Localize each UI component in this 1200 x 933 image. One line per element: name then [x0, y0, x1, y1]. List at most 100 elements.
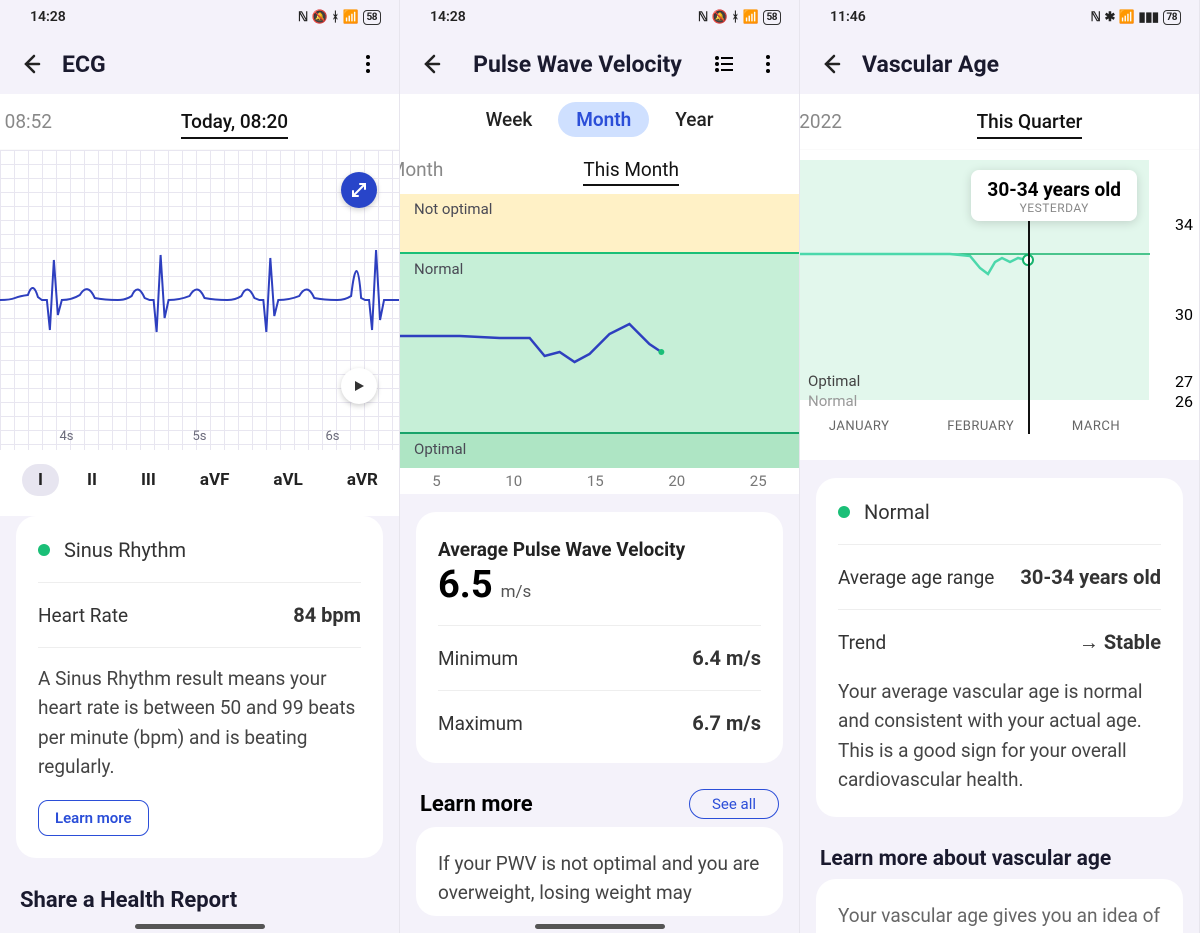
y-tick: 30 — [1175, 305, 1193, 324]
rhythm-description: A Sinus Rhythm result means your heart r… — [38, 648, 361, 782]
list-icon[interactable] — [711, 51, 737, 77]
bluetooth-icon: ᚼ — [732, 10, 739, 25]
bluetooth-icon: ✱ — [1104, 10, 1114, 25]
nfc-icon: ℕ — [698, 10, 708, 25]
ecg-chart[interactable]: 4s 5s 6s — [0, 150, 399, 450]
pwv-x-axis: 5 10 15 20 25 — [400, 468, 799, 490]
avg-pwv-label: Average Pulse Wave Velocity — [438, 538, 761, 561]
rhythm-label: Sinus Rhythm — [64, 538, 186, 562]
avg-pwv: Average Pulse Wave Velocity 6.5 m/s — [438, 534, 761, 626]
pwv-line — [400, 194, 799, 474]
va-learn-card[interactable]: Your vascular age gives you an idea of t… — [816, 879, 1183, 933]
page-title: ECG — [62, 51, 337, 78]
month-tick: MARCH — [1072, 419, 1120, 434]
back-icon[interactable] — [18, 51, 44, 77]
pwv-chart[interactable]: Not optimal Normal Optimal 5 10 15 20 25 — [400, 194, 799, 494]
lead-III[interactable]: III — [125, 464, 172, 496]
learn-more-heading: Learn more — [420, 792, 533, 817]
vascular-age-chart[interactable]: 30-34 years old YESTERDAY Optimal Normal… — [800, 150, 1199, 460]
date-tab-prev[interactable]: ay, 08:52 — [0, 94, 70, 149]
back-icon[interactable] — [418, 51, 444, 77]
status-dot-icon — [838, 506, 850, 518]
min-label: Minimum — [438, 647, 518, 670]
status-time: 14:28 — [30, 9, 66, 25]
page-title: Pulse Wave Velocity — [462, 51, 693, 78]
lead-II[interactable]: II — [71, 464, 113, 496]
lead-aVF[interactable]: aVF — [184, 464, 246, 496]
min-value: 6.4 m/s — [692, 646, 761, 670]
app-header: Pulse Wave Velocity — [400, 34, 799, 94]
pwv-tip-card[interactable]: If your PWV is not optimal and you are o… — [416, 827, 783, 916]
y-tick: 27 — [1175, 372, 1193, 391]
screen-vascular-age: 11:46 ℕ ✱ 📶 ▮▮▮ 78 Vascular Age er 2022 … — [800, 0, 1200, 933]
lead-I[interactable]: I — [22, 464, 59, 496]
more-icon[interactable] — [355, 51, 381, 77]
va-label-optimal: Optimal — [808, 372, 860, 390]
battery-indicator: 58 — [363, 10, 381, 25]
max-row: Maximum 6.7 m/s — [438, 691, 761, 741]
play-button[interactable] — [341, 368, 377, 404]
max-label: Maximum — [438, 712, 523, 735]
learn-more-heading: Learn more about vascular age — [800, 835, 1199, 879]
ecg-result-card: Sinus Rhythm Heart Rate 84 bpm A Sinus R… — [16, 516, 383, 858]
x-tick: 25 — [750, 472, 767, 490]
va-description: Your average vascular age is normal and … — [838, 661, 1161, 795]
avg-age-value: 30-34 years old — [1020, 565, 1161, 589]
home-indicator[interactable] — [535, 924, 665, 929]
lead-selector: I II III aVF aVL aVR — [0, 450, 399, 516]
month-tick: FEBRUARY — [947, 419, 1014, 434]
quarter-tabs: er 2022 This Quarter — [800, 94, 1199, 150]
x-tick: 4s — [59, 429, 73, 444]
learn-more-button[interactable]: Learn more — [38, 800, 149, 836]
quarter-tab-active[interactable]: This Quarter — [959, 94, 1101, 149]
x-tick: 6s — [325, 429, 339, 444]
status-icons: ℕ 🔕 ᚼ 📶 58 — [698, 10, 781, 25]
y-tick: 34 — [1175, 215, 1193, 234]
va-label-normal: Normal — [808, 392, 857, 410]
range-year[interactable]: Year — [657, 102, 731, 137]
date-tab-active[interactable]: Today, 08:20 — [163, 94, 306, 149]
x-tick: 5 — [432, 472, 440, 490]
lead-aVL[interactable]: aVL — [257, 464, 318, 496]
status-time: 14:28 — [430, 9, 466, 25]
avg-pwv-unit: m/s — [501, 582, 532, 602]
nfc-icon: ℕ — [1091, 10, 1101, 25]
expand-button[interactable] — [341, 172, 377, 208]
avg-pwv-value: 6.5 — [438, 563, 493, 607]
screen-pwv: 14:28 ℕ 🔕 ᚼ 📶 58 Pulse Wave Velocity Wee… — [400, 0, 800, 933]
quarter-tab-prev[interactable]: er 2022 — [800, 94, 860, 149]
subtab-active[interactable]: This Month — [563, 144, 699, 194]
x-tick: 15 — [587, 472, 604, 490]
bluetooth-icon: ᚼ — [332, 10, 339, 25]
home-indicator[interactable] — [135, 924, 265, 929]
range-month[interactable]: Month — [558, 102, 649, 137]
mute-icon: 🔕 — [712, 10, 728, 25]
back-icon[interactable] — [818, 51, 844, 77]
avg-age-label: Average age range — [838, 566, 994, 589]
signal-icon: 📶 — [343, 10, 359, 25]
hr-label: Heart Rate — [38, 604, 128, 627]
subtab-prev[interactable]: st Month — [400, 144, 463, 194]
range-week[interactable]: Week — [468, 102, 551, 137]
status-icons: ℕ 🔕 ᚼ 📶 58 — [298, 10, 381, 25]
lead-aVR[interactable]: aVR — [331, 464, 394, 496]
learn-more-row: Learn more See all — [400, 781, 799, 827]
avg-age-row: Average age range 30-34 years old — [838, 545, 1161, 610]
x-tick: 20 — [668, 472, 685, 490]
status-bar: 11:46 ℕ ✱ 📶 ▮▮▮ 78 — [800, 0, 1199, 34]
va-tooltip-value: 30-34 years old — [987, 178, 1121, 201]
hr-value: 84 bpm — [293, 603, 361, 627]
status-dot-icon — [38, 544, 50, 556]
va-learn-text: Your vascular age gives you an idea of t… — [838, 901, 1161, 933]
more-icon[interactable] — [755, 51, 781, 77]
see-all-button[interactable]: See all — [689, 789, 779, 819]
va-month-axis: JANUARY FEBRUARY MARCH — [800, 419, 1149, 434]
va-tooltip-sub: YESTERDAY — [987, 201, 1121, 215]
trend-row: Trend → Stable — [838, 610, 1161, 661]
x-tick: 5s — [192, 429, 206, 444]
ecg-waveform — [0, 150, 399, 450]
trend-value: → Stable — [1079, 630, 1161, 655]
va-status: Normal — [838, 500, 1161, 545]
share-report-heading: Share a Health Report — [0, 876, 399, 921]
va-tooltip: 30-34 years old YESTERDAY — [971, 170, 1137, 221]
